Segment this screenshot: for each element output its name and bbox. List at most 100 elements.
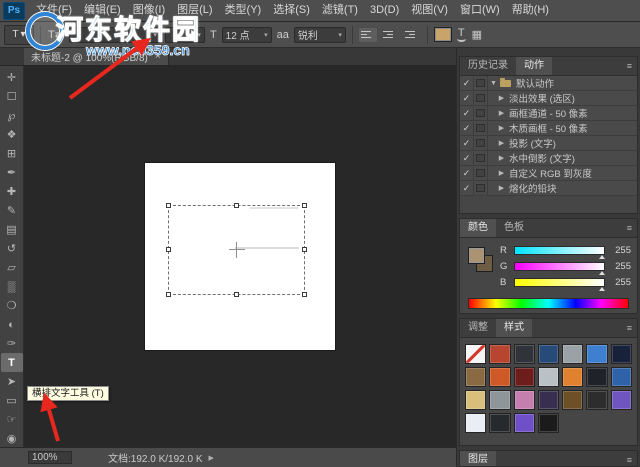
font-style-select[interactable]: ▾: [164, 26, 205, 43]
slider-thumb[interactable]: [599, 270, 605, 275]
eyedropper-tool[interactable]: ✒: [1, 163, 23, 182]
style-swatch[interactable]: [610, 367, 632, 387]
action-row[interactable]: ✓ ▶ 投影 (文字): [460, 136, 637, 151]
item-check-icon[interactable]: ✓: [460, 121, 474, 135]
item-check-icon[interactable]: ✓: [460, 91, 474, 105]
close-tab-icon[interactable]: ×: [155, 51, 161, 62]
expand-icon[interactable]: ▶: [496, 184, 507, 192]
expand-icon[interactable]: ▶: [496, 154, 507, 162]
lasso-tool[interactable]: ℘: [1, 106, 23, 125]
crop-tool[interactable]: ⊞: [1, 144, 23, 163]
resize-handle[interactable]: [233, 292, 239, 297]
quick-selection-tool[interactable]: ❖: [1, 125, 23, 144]
panel-menu-icon[interactable]: ≡: [627, 455, 632, 465]
dialog-toggle-icon[interactable]: [474, 181, 488, 195]
collapse-icon[interactable]: ▼: [488, 80, 499, 87]
menu-item[interactable]: 类型(Y): [219, 0, 268, 21]
action-row[interactable]: ✓ ▼ 默认动作: [460, 76, 637, 91]
expand-icon[interactable]: ▶: [496, 169, 507, 177]
tab-color[interactable]: 颜色: [460, 219, 496, 237]
style-swatch[interactable]: [489, 344, 511, 364]
align-center-button[interactable]: [381, 28, 399, 42]
item-check-icon[interactable]: ✓: [460, 181, 474, 195]
tab-layers[interactable]: 图层: [460, 451, 496, 466]
expand-icon[interactable]: ▶: [496, 94, 507, 102]
dialog-toggle-icon[interactable]: [474, 91, 488, 105]
history-brush-tool[interactable]: ↺: [1, 239, 23, 258]
action-row[interactable]: ✓ ▶ 木质画框 - 50 像素: [460, 121, 637, 136]
resize-handle[interactable]: [302, 292, 307, 297]
slider-thumb[interactable]: [599, 286, 605, 291]
menu-item[interactable]: 帮助(H): [506, 0, 555, 21]
action-row[interactable]: ✓ ▶ 水中倒影 (文字): [460, 151, 637, 166]
menu-item[interactable]: 文件(F): [30, 0, 78, 21]
align-right-button[interactable]: [403, 28, 421, 42]
action-row[interactable]: ✓ ▶ 淡出效果 (选区): [460, 91, 637, 106]
style-swatch[interactable]: [610, 390, 632, 410]
dodge-tool[interactable]: ◐: [1, 315, 23, 334]
style-swatch[interactable]: [562, 367, 584, 387]
resize-handle[interactable]: [166, 203, 171, 208]
path-selection-tool[interactable]: ➤: [1, 372, 23, 391]
slider-thumb[interactable]: [599, 254, 605, 259]
style-swatch[interactable]: [586, 390, 608, 410]
dialog-toggle-icon[interactable]: [474, 76, 488, 90]
style-swatch[interactable]: [562, 390, 584, 410]
style-swatch[interactable]: [513, 367, 535, 387]
resize-handle[interactable]: [233, 203, 239, 208]
marquee-tool[interactable]: ☐: [1, 87, 23, 106]
style-swatch[interactable]: [513, 344, 535, 364]
style-swatch[interactable]: [586, 367, 608, 387]
tab-actions[interactable]: 动作: [516, 57, 552, 75]
item-check-icon[interactable]: ✓: [460, 76, 474, 90]
healing-brush-tool[interactable]: ✚: [1, 182, 23, 201]
text-color-swatch[interactable]: [433, 27, 452, 42]
gradient-tool[interactable]: ▒: [1, 277, 23, 296]
style-swatch[interactable]: [489, 390, 511, 410]
panel-menu-icon[interactable]: ≡: [627, 223, 632, 233]
dialog-toggle-icon[interactable]: [474, 136, 488, 150]
style-swatch[interactable]: [562, 344, 584, 364]
pen-tool[interactable]: ✑: [1, 334, 23, 353]
item-check-icon[interactable]: ✓: [460, 136, 474, 150]
anti-alias-select[interactable]: 锐利 ▾: [293, 26, 346, 43]
type-tool[interactable]: T: [0, 353, 23, 372]
expand-icon[interactable]: ▶: [496, 124, 507, 132]
warp-text-icon[interactable]: T: [456, 27, 467, 42]
tab-swatches[interactable]: 色板: [496, 219, 532, 237]
resize-handle[interactable]: [166, 247, 171, 252]
tab-history[interactable]: 历史记录: [460, 57, 516, 75]
move-tool[interactable]: ✛: [1, 68, 23, 87]
action-row[interactable]: ✓ ▶ 画框通道 - 50 像素: [460, 106, 637, 121]
zoom-level-field[interactable]: 100%: [28, 451, 72, 464]
item-check-icon[interactable]: ✓: [460, 166, 474, 180]
resize-handle[interactable]: [166, 292, 171, 297]
style-swatch[interactable]: [537, 413, 560, 433]
tab-styles[interactable]: 样式: [496, 319, 532, 337]
align-left-button[interactable]: [358, 27, 377, 42]
dialog-toggle-icon[interactable]: [474, 151, 488, 165]
style-swatch[interactable]: [465, 367, 487, 387]
document-tab[interactable]: 未标题-2 @ 100%(RGB/8) ×: [24, 48, 169, 65]
tab-adjustments[interactable]: 调整: [460, 319, 496, 337]
resize-handle[interactable]: [302, 247, 307, 252]
panel-menu-icon[interactable]: ≡: [627, 323, 632, 333]
zoom-tool[interactable]: ◉: [1, 429, 23, 448]
status-menu-arrow-icon[interactable]: ▶: [209, 454, 214, 462]
document-canvas[interactable]: [145, 163, 335, 350]
rectangle-tool[interactable]: ▭: [1, 391, 23, 410]
style-swatch[interactable]: [537, 367, 560, 387]
toggle-panels-icon[interactable]: ▦: [471, 28, 483, 41]
color-spectrum-ramp[interactable]: [468, 298, 629, 309]
style-swatch[interactable]: [586, 344, 608, 364]
menu-item[interactable]: 选择(S): [267, 0, 316, 21]
style-swatch[interactable]: [513, 390, 535, 410]
style-swatch[interactable]: [465, 390, 487, 410]
dialog-toggle-icon[interactable]: [474, 121, 488, 135]
menu-item[interactable]: 窗口(W): [454, 0, 506, 21]
hand-tool[interactable]: ☞: [1, 410, 23, 429]
menu-item[interactable]: 图层(L): [171, 0, 218, 21]
menu-item[interactable]: 视图(V): [405, 0, 454, 21]
action-row[interactable]: ✓ ▶ 熔化的铅块: [460, 181, 637, 196]
dialog-toggle-icon[interactable]: [474, 166, 488, 180]
